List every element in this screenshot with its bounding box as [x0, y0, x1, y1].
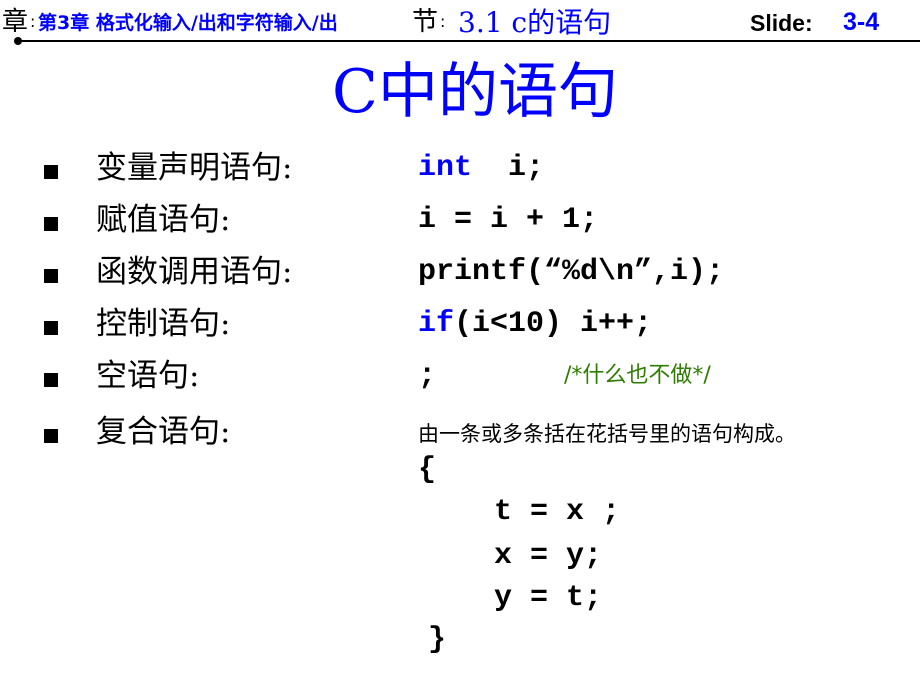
item-code: if(i<10) i++; — [418, 304, 652, 344]
item-label: 变量声明语句: — [96, 150, 293, 186]
list-item: 复合语句: 由一条或多条括在花括号里的语句构成。 — [0, 410, 920, 460]
item-code: int i; — [418, 148, 544, 188]
chapter-title: 第3章 格式化输入/出和字符输入/出 — [38, 12, 338, 34]
item-label: 空语句: — [96, 358, 200, 394]
open-brace: { — [418, 453, 437, 487]
header-divider — [18, 40, 920, 42]
code-line: x = y; — [494, 539, 603, 573]
code-text: i; — [472, 151, 545, 185]
list-item: 空语句: ; /*什么也不做*/ — [0, 354, 920, 404]
item-code: printf(“%d\n”,i); — [418, 255, 725, 289]
list-item: 赋值语句: i = i + 1; — [0, 198, 920, 248]
item-label: 函数调用语句: — [96, 254, 293, 290]
item-label: 复合语句: — [96, 414, 231, 450]
section-label: 节 — [412, 7, 439, 37]
square-bullet-icon — [44, 321, 58, 335]
code-keyword: if — [418, 307, 455, 341]
item-label: 控制语句: — [96, 306, 231, 342]
code-text: (i<10) i++; — [454, 307, 653, 341]
list-item: 函数调用语句: printf(“%d\n”,i); — [0, 250, 920, 300]
code-line: t = x ; — [494, 495, 621, 529]
slide-header: 章 : 第3章 格式化输入/出和字符输入/出 节 : 3.1 c的语句 Slid… — [0, 0, 920, 45]
code-keyword: int — [418, 151, 473, 185]
item-label: 赋值语句: — [96, 202, 231, 238]
section-colon: : — [440, 12, 446, 31]
item-code: ; — [418, 359, 437, 393]
square-bullet-icon — [44, 217, 58, 231]
chapter-colon: : — [30, 12, 36, 31]
header-bullet-dot-icon — [14, 37, 22, 45]
item-code: i = i + 1; — [418, 203, 599, 237]
square-bullet-icon — [44, 429, 58, 443]
code-comment: /*什么也不做*/ — [564, 363, 711, 388]
code-line: y = t; — [494, 581, 603, 615]
list-item: 控制语句: if(i<10) i++; — [0, 302, 920, 352]
slide-title: C中的语句 — [332, 57, 618, 127]
square-bullet-icon — [44, 165, 58, 179]
close-brace: } — [428, 623, 447, 657]
slide-label: Slide: — [750, 10, 813, 36]
item-description: 由一条或多条括在花括号里的语句构成。 — [418, 422, 796, 446]
slide-number: 3-4 — [843, 8, 880, 36]
square-bullet-icon — [44, 269, 58, 283]
section-title: 3.1 c的语句 — [458, 6, 612, 39]
chapter-label: 章 — [2, 7, 29, 37]
square-bullet-icon — [44, 373, 58, 387]
list-item: 变量声明语句: int i; — [0, 146, 920, 196]
